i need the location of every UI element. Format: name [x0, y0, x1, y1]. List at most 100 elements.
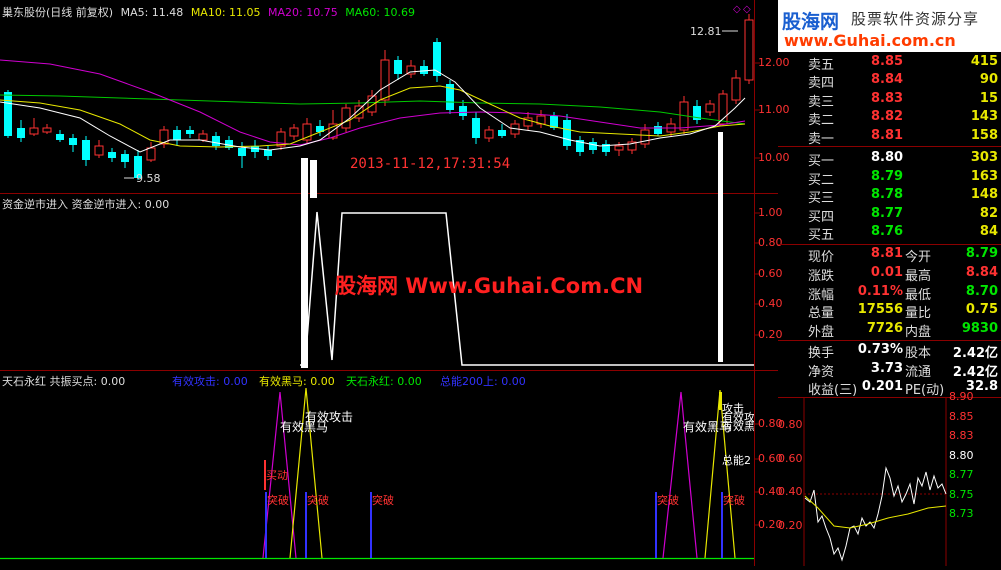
legend-tianshi: 天石永红: 0.00: [346, 375, 422, 388]
signal-bar: [310, 160, 317, 198]
ma5-value: MA5: 11.48: [120, 6, 184, 19]
ma10-value: MA10: 11.05: [190, 6, 261, 19]
candle-body: [264, 150, 272, 156]
stat-label: 换手: [808, 346, 835, 361]
stat-label: 最低: [905, 287, 932, 303]
stat-value: 0.11%: [857, 283, 903, 299]
stat-value: 17556: [857, 302, 903, 318]
ask-row[interactable]: 卖五 8.85 415: [778, 54, 1001, 73]
divider: [778, 340, 1001, 341]
candle-body: [563, 120, 571, 146]
ask-price: 8.81: [871, 127, 904, 143]
stat-label: PE(动): [905, 383, 945, 398]
candle-body: [614, 145, 624, 151]
candle-body: [718, 93, 728, 125]
legend-darkhorse: 有效黑马: 0.00: [259, 375, 335, 388]
mini-axis-label: 8.85: [949, 409, 974, 423]
stat-label: 净资: [808, 364, 835, 380]
stat-label: 外盘: [808, 325, 835, 341]
stat-label: 收益(三): [808, 383, 858, 398]
timestamp: 2013-11-12,17:31:54: [350, 156, 511, 172]
candle-body: [238, 148, 246, 156]
candle-body: [654, 126, 662, 134]
ask-volume: 143: [970, 109, 998, 125]
ask-volume: 415: [970, 54, 998, 69]
divider: [778, 244, 1001, 245]
ask-row[interactable]: 卖一 8.81 158: [778, 127, 1001, 147]
ask-label: 卖五: [808, 58, 835, 73]
bid-row[interactable]: 买一 8.80 303: [778, 150, 1001, 169]
stat-value: 0.201: [861, 379, 903, 394]
ask-label: 卖三: [808, 94, 835, 110]
stat-value: 8.81: [870, 246, 903, 261]
stat-value: 8.84: [965, 264, 998, 280]
stat-value: 7726: [866, 321, 903, 337]
chart-panel[interactable]: 9.58 12.81 巢东股份(日线 前复权) MA5: 11.48 MA10:…: [0, 0, 790, 566]
mini-axis-label: 8.83: [949, 429, 974, 442]
stat-row: 换手 0.73% 股本 2.42亿: [778, 342, 1001, 362]
candle-body: [212, 136, 220, 146]
intraday-mini-chart[interactable]: [778, 398, 1001, 566]
bid-row[interactable]: 买四 8.77 82: [778, 205, 1001, 225]
ask-label: 卖四: [808, 76, 835, 92]
stat-row: 外盘 7726 内盘 9830: [778, 321, 1001, 341]
candle-body: [394, 60, 402, 74]
resonance-line-magenta-2: [662, 391, 698, 559]
ask-price: 8.85: [871, 54, 904, 69]
quote-side-panel: 股海网 股票软件资源分享 www.Guhai.com.cn 卖五 8.85 415 卖…: [778, 0, 1001, 566]
stat-label: 今开: [905, 250, 932, 265]
stat-value: 3.73: [870, 360, 903, 376]
stat-value: 0.75: [965, 302, 998, 318]
bid-row[interactable]: 买三 8.78 148: [778, 187, 1001, 206]
stat-label: 最高: [905, 268, 932, 284]
ask-volume: 90: [979, 72, 998, 88]
bid-volume: 303: [970, 150, 998, 165]
ma20-value: MA20: 10.75: [268, 6, 338, 19]
signal-label: 有效攻击: [305, 410, 354, 424]
stat-row: 净资 3.73 流通 2.42亿: [778, 361, 1001, 381]
ask-price: 8.82: [871, 109, 904, 125]
bid-label: 买四: [808, 209, 835, 225]
ma60-value: MA60: 10.69: [345, 6, 415, 19]
bid-volume: 82: [979, 205, 998, 221]
candle-body: [173, 130, 181, 140]
ask-row[interactable]: 卖三 8.83 15: [778, 91, 1001, 110]
diamond-icon[interactable]: ◇: [733, 4, 741, 15]
divider: [778, 146, 1001, 147]
stat-value: 0.01: [870, 264, 903, 280]
legend-energy: 总能200上: 0.00: [440, 375, 526, 388]
bid-row[interactable]: 买二 8.79 163: [778, 169, 1001, 188]
ask-row[interactable]: 卖四 8.84 90: [778, 72, 1001, 92]
stat-label: 现价: [808, 250, 835, 265]
mini-axis-label-left: 0.60: [778, 451, 803, 465]
low-marker: 9.58: [136, 172, 161, 185]
candle-body: [186, 130, 194, 134]
diamond-icon[interactable]: ◇: [743, 4, 751, 15]
ask-label: 卖一: [808, 131, 835, 147]
stat-value: 0.73%: [857, 342, 903, 357]
stat-value: 2.42亿: [952, 346, 998, 361]
stat-label: 流通: [905, 364, 932, 380]
mini-axis-label: 8.73: [949, 507, 974, 520]
stat-value: 8.70: [965, 283, 998, 299]
breakout-label: 突破: [267, 494, 289, 507]
brand-logo: 股海网: [782, 11, 840, 33]
signal-label: 买动: [266, 469, 288, 482]
candle-body: [459, 106, 467, 116]
mini-axis-label-left: 0.20: [778, 518, 803, 532]
ask-row[interactable]: 卖二 8.82 143: [778, 109, 1001, 128]
high-marker: 12.81: [690, 25, 722, 38]
candle-body: [69, 138, 77, 145]
signal-label: 有效黑: [722, 420, 754, 433]
brand-url[interactable]: www.Guhai.com.cn: [784, 31, 956, 50]
ask-price: 8.84: [871, 72, 904, 88]
candle-body: [108, 152, 116, 158]
stat-label: 涨幅: [808, 287, 835, 303]
stat-value: 8.79: [965, 246, 998, 261]
stat-row: 现价 8.81 今开 8.79: [778, 246, 1001, 266]
bid-row[interactable]: 买五 8.76 84: [778, 224, 1001, 243]
bid-label: 买一: [808, 154, 835, 169]
brand-banner[interactable]: 股海网 股票软件资源分享 www.Guhai.com.cn: [778, 0, 1001, 52]
candle-body: [420, 66, 428, 74]
candle-body: [289, 127, 299, 137]
